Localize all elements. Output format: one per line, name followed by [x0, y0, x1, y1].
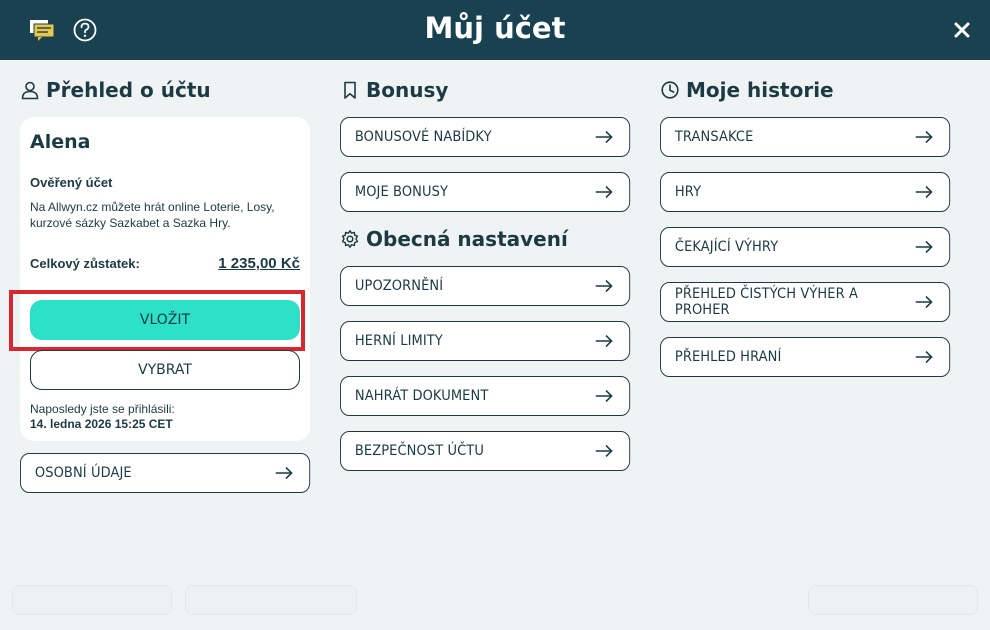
menu-button-label: MOJE BONUSY — [354, 184, 449, 200]
menu-button-label: UPOZORNĚNÍ — [354, 278, 444, 294]
deposit-button[interactable]: VLOŽIT — [30, 300, 300, 340]
history-column: Moje historie TRANSAKCE HRY ČEKAJÍCÍ VÝHRY… — [660, 78, 951, 392]
bonus-button-1[interactable]: MOJE BONUSY — [340, 172, 631, 212]
settings-button-1[interactable]: HERNÍ LIMITY — [340, 321, 631, 361]
balance-label: Celkový zůstatek: — [30, 256, 140, 271]
arrow-right-icon — [595, 444, 613, 458]
header-bar: Můj účet — [0, 0, 990, 60]
settings-button-0[interactable]: UPOZORNĚNÍ — [340, 266, 631, 306]
section-title-bonuses: Bonusy — [340, 78, 630, 102]
background-element — [12, 585, 172, 615]
last-login-value: 14. ledna 2026 15:25 CET — [30, 417, 173, 431]
background-element — [808, 585, 978, 615]
history-button-4[interactable]: PŘEHLED HRANÍ — [660, 337, 951, 377]
settings-button-3[interactable]: BEZPEČNOST ÚČTU — [340, 431, 631, 471]
menu-button-label: OSOBNÍ ÚDAJE — [34, 465, 132, 481]
menu-button-label: HERNÍ LIMITY — [354, 333, 443, 349]
account-description: Na Allwyn.cz můžete hrát online Loterie,… — [30, 200, 275, 230]
balance-row: Celkový zůstatek: 1 235,00 Kč — [30, 255, 300, 272]
user-name: Alena — [30, 131, 91, 153]
menu-button-label: PŘEHLED ČISTÝCH VÝHER A PROHER — [674, 286, 858, 318]
menu-button-label: TRANSAKCE — [674, 129, 754, 145]
arrow-right-icon — [915, 130, 933, 144]
arrow-right-icon — [595, 389, 613, 403]
history-button-3[interactable]: PŘEHLED ČISTÝCH VÝHER A PROHER — [660, 282, 951, 322]
arrow-right-icon — [915, 240, 933, 254]
arrow-right-icon — [595, 130, 613, 144]
balance-value[interactable]: 1 235,00 Kč — [218, 255, 300, 272]
settings-button-2[interactable]: NAHRÁT DOKUMENT — [340, 376, 631, 416]
close-icon[interactable] — [948, 16, 976, 44]
arrow-right-icon — [915, 350, 933, 364]
clock-icon — [661, 81, 679, 99]
account-overview-column: Přehled o účtu Alena Ověřený účet Na All… — [9, 78, 311, 508]
arrow-right-icon — [275, 466, 293, 480]
menu-button-label: PŘEHLED HRANÍ — [674, 349, 782, 365]
menu-button-label: BEZPEČNOST ÚČTU — [354, 443, 484, 459]
withdraw-button[interactable]: VYBRAT — [30, 350, 300, 390]
account-card: Alena Ověřený účet Na Allwyn.cz můžete h… — [9, 117, 310, 441]
verified-status: Ověřený účet — [30, 175, 113, 190]
menu-button-label: NAHRÁT DOKUMENT — [354, 388, 489, 404]
bookmark-icon — [344, 81, 356, 99]
last-login-label: Naposledy jste se přihlásili: — [30, 402, 175, 416]
section-title-overview: Přehled o účtu — [20, 78, 310, 102]
arrow-right-icon — [595, 334, 613, 348]
background-element — [185, 585, 357, 615]
personal-data-button[interactable]: OSOBNÍ ÚDAJE — [20, 453, 311, 493]
history-button-0[interactable]: TRANSAKCE — [660, 117, 951, 157]
menu-button-label: ČEKAJÍCÍ VÝHRY — [674, 239, 779, 255]
last-login: Naposledy jste se přihlásili: 14. ledna … — [30, 402, 175, 432]
bonuses-settings-column: Bonusy BONUSOVÉ NABÍDKY MOJE BONUSY Obecn… — [340, 78, 631, 486]
section-title-history: Moje historie — [660, 78, 950, 102]
gear-icon — [341, 230, 359, 248]
history-button-1[interactable]: HRY — [660, 172, 951, 212]
arrow-right-icon — [595, 279, 613, 293]
section-title-settings: Obecná nastavení — [340, 227, 630, 251]
arrow-right-icon — [915, 185, 933, 199]
menu-button-label: HRY — [674, 184, 702, 200]
user-icon — [21, 81, 39, 100]
history-button-2[interactable]: ČEKAJÍCÍ VÝHRY — [660, 227, 951, 267]
page-title: Můj účet — [424, 11, 566, 45]
bonus-button-0[interactable]: BONUSOVÉ NABÍDKY — [340, 117, 631, 157]
arrow-right-icon — [595, 185, 613, 199]
arrow-right-icon — [915, 295, 933, 309]
menu-button-label: BONUSOVÉ NABÍDKY — [354, 129, 492, 145]
